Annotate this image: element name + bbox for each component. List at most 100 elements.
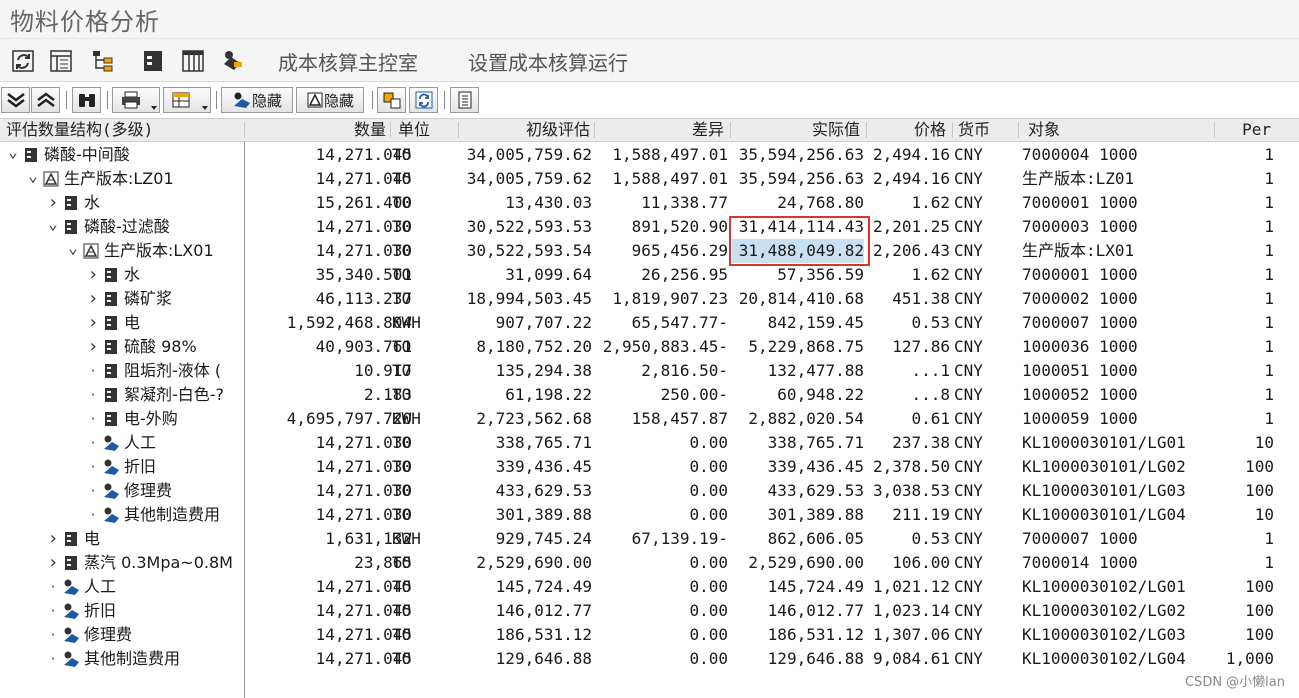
table-row[interactable]: · 电-外购 4,695,797.720 KWH 2,723,562.68 158,457… (0, 407, 1299, 431)
cell-obj[interactable]: KL1000030101/LG02 (1022, 455, 1212, 479)
cell-per[interactable]: 1 (1214, 143, 1274, 167)
cell-diff[interactable]: 1,588,497.01 (596, 143, 728, 167)
table-row[interactable]: · 其他制造费用 14,271.030 TO 301,389.88 0.00 301,389… (0, 503, 1299, 527)
columns-icon[interactable] (180, 48, 206, 74)
cell-actual[interactable]: 57,356.59 (732, 263, 864, 287)
cell-qty[interactable]: 1,592,468.804 (246, 311, 412, 335)
cell-diff[interactable]: 65,547.77- (596, 311, 728, 335)
cell-actual[interactable]: 338,765.71 (732, 431, 864, 455)
tree-cell[interactable]: › 水 (0, 263, 244, 287)
col-header-quantity[interactable]: 数量 (246, 119, 386, 141)
col-header-object[interactable]: 对象 (1028, 119, 1208, 141)
cell-per[interactable]: 1 (1214, 359, 1274, 383)
cell-price[interactable]: 1.62 (868, 263, 950, 287)
table-row[interactable]: › 水 35,340.501 TO 31,099.64 26,256.95 57,356.5… (0, 263, 1299, 287)
cell-diff[interactable]: 0.00 (596, 503, 728, 527)
cell-cur[interactable]: CNY (954, 191, 1014, 215)
tree-cell[interactable]: · 修理费 (0, 623, 244, 647)
cell-unit[interactable]: TO (392, 287, 448, 311)
tree-cell[interactable]: · 絮凝剂-白色-? (0, 383, 244, 407)
table-row[interactable]: · 修理费 14,271.045 TO 186,531.12 0.00 186,531.12… (0, 623, 1299, 647)
cell-unit[interactable]: TO (392, 479, 448, 503)
cell-unit[interactable]: TO (392, 167, 448, 191)
collapsed-chevron-icon[interactable]: › (46, 527, 60, 551)
cell-cur[interactable]: CNY (954, 359, 1014, 383)
cell-diff[interactable]: 11,338.77 (596, 191, 728, 215)
cell-price[interactable]: 1,023.14 (868, 599, 950, 623)
cell-initial[interactable]: 30,522,593.53 (460, 215, 592, 239)
cell-diff[interactable]: 0.00 (596, 431, 728, 455)
tree-cell[interactable]: › 水 (0, 191, 244, 215)
table-row[interactable]: · 折旧 14,271.030 TO 339,436.45 0.00 339,436.45 2… (0, 455, 1299, 479)
cell-qty[interactable]: 14,271.045 (246, 647, 412, 671)
cell-price[interactable]: ...1 (868, 359, 950, 383)
table-row[interactable]: · 人工 14,271.045 TO 145,724.49 0.00 145,724.49 1… (0, 575, 1299, 599)
cell-per[interactable]: 10 (1214, 503, 1274, 527)
cell-per[interactable]: 100 (1214, 599, 1274, 623)
setup-costing-run-button[interactable]: 设置成本核算运行 (468, 47, 628, 76)
table-row[interactable]: › 磷矿浆 46,113.237 TO 18,994,503.45 1,819,907.2… (0, 287, 1299, 311)
cell-qty[interactable]: 1,631,132 (246, 527, 412, 551)
cell-unit[interactable]: TO (392, 575, 448, 599)
cell-price[interactable]: 0.61 (868, 407, 950, 431)
cell-diff[interactable]: 2,816.50- (596, 359, 728, 383)
cell-cur[interactable]: CNY (954, 503, 1014, 527)
cell-diff[interactable]: 2,950,883.45- (596, 335, 728, 359)
cell-actual[interactable]: 5,229,868.75 (732, 335, 864, 359)
tree-cell[interactable]: · 折旧 (0, 455, 244, 479)
cell-diff[interactable]: 158,457.87 (596, 407, 728, 431)
table-row[interactable]: · 修理费 14,271.030 TO 433,629.53 0.00 433,629.53… (0, 479, 1299, 503)
cell-obj[interactable]: KL1000030101/LG04 (1022, 503, 1212, 527)
cell-cur[interactable]: CNY (954, 575, 1014, 599)
cell-unit[interactable]: TO (392, 359, 448, 383)
cell-unit[interactable]: TO (392, 503, 448, 527)
tree-cell[interactable]: › 电 (0, 527, 244, 551)
cell-actual[interactable]: 301,389.88 (732, 503, 864, 527)
cell-per[interactable]: 1 (1214, 191, 1274, 215)
cell-obj[interactable]: 1000051 1000 (1022, 359, 1212, 383)
cell-qty[interactable]: 35,340.501 (246, 263, 412, 287)
cell-cur[interactable]: CNY (954, 623, 1014, 647)
cell-obj[interactable]: 1000052 1000 (1022, 383, 1212, 407)
cell-cur[interactable]: CNY (954, 167, 1014, 191)
cell-per[interactable]: 100 (1214, 575, 1274, 599)
collapse-all-button[interactable] (31, 87, 60, 113)
cell-unit[interactable]: TO (392, 191, 448, 215)
refresh-icon[interactable] (10, 48, 36, 74)
table-row[interactable]: · 其他制造费用 14,271.045 TO 129,646.88 0.00 129,646… (0, 647, 1299, 671)
col-header-currency[interactable]: 货币 (958, 119, 1012, 141)
cell-diff[interactable]: 250.00- (596, 383, 728, 407)
collapsed-chevron-icon[interactable]: › (86, 287, 100, 311)
cell-per[interactable]: 10 (1214, 431, 1274, 455)
cell-unit[interactable]: TO (392, 335, 448, 359)
cell-price[interactable]: 106.00 (868, 551, 950, 575)
cell-unit[interactable]: TO (392, 383, 448, 407)
cell-per[interactable]: 1,000 (1214, 647, 1274, 671)
cell-per[interactable]: 1 (1214, 527, 1274, 551)
expand-all-button[interactable] (1, 87, 30, 113)
cell-initial[interactable]: 2,529,690.00 (460, 551, 592, 575)
cell-per[interactable]: 1 (1214, 239, 1274, 263)
cell-actual[interactable]: 31,488,049.82 (732, 239, 864, 263)
cost-cockpit-button[interactable]: 成本核算主控室 (278, 47, 418, 76)
cell-initial[interactable]: 146,012.77 (460, 599, 592, 623)
cell-qty[interactable]: 14,271.030 (246, 215, 412, 239)
table-row[interactable]: › 电 1,631,132 KWH 929,745.24 67,139.19- 862,60… (0, 527, 1299, 551)
cell-initial[interactable]: 129,646.88 (460, 647, 592, 671)
cell-diff[interactable]: 0.00 (596, 647, 728, 671)
cell-cur[interactable]: CNY (954, 479, 1014, 503)
cell-obj[interactable]: 生产版本:LZ01 (1022, 167, 1212, 191)
cell-actual[interactable]: 842,159.45 (732, 311, 864, 335)
table-row[interactable]: · 阻垢剂-液体 (10.917 TO 135,294.38 2,816.50- 132,… (0, 359, 1299, 383)
cell-price[interactable]: 1,021.12 (868, 575, 950, 599)
col-header-initial-valuation[interactable]: 初级评估 (460, 119, 590, 141)
cell-per[interactable]: 100 (1214, 479, 1274, 503)
cell-actual[interactable]: 20,814,410.68 (732, 287, 864, 311)
col-header-structure[interactable]: 评估数量结构(多级) (6, 119, 242, 141)
cell-actual[interactable]: 24,768.80 (732, 191, 864, 215)
tree-cell[interactable]: ⌄ 磷酸-中间酸 (0, 143, 244, 167)
cell-initial[interactable]: 30,522,593.54 (460, 239, 592, 263)
cell-per[interactable]: 100 (1214, 623, 1274, 647)
cell-per[interactable]: 1 (1214, 335, 1274, 359)
cell-cur[interactable]: CNY (954, 527, 1014, 551)
